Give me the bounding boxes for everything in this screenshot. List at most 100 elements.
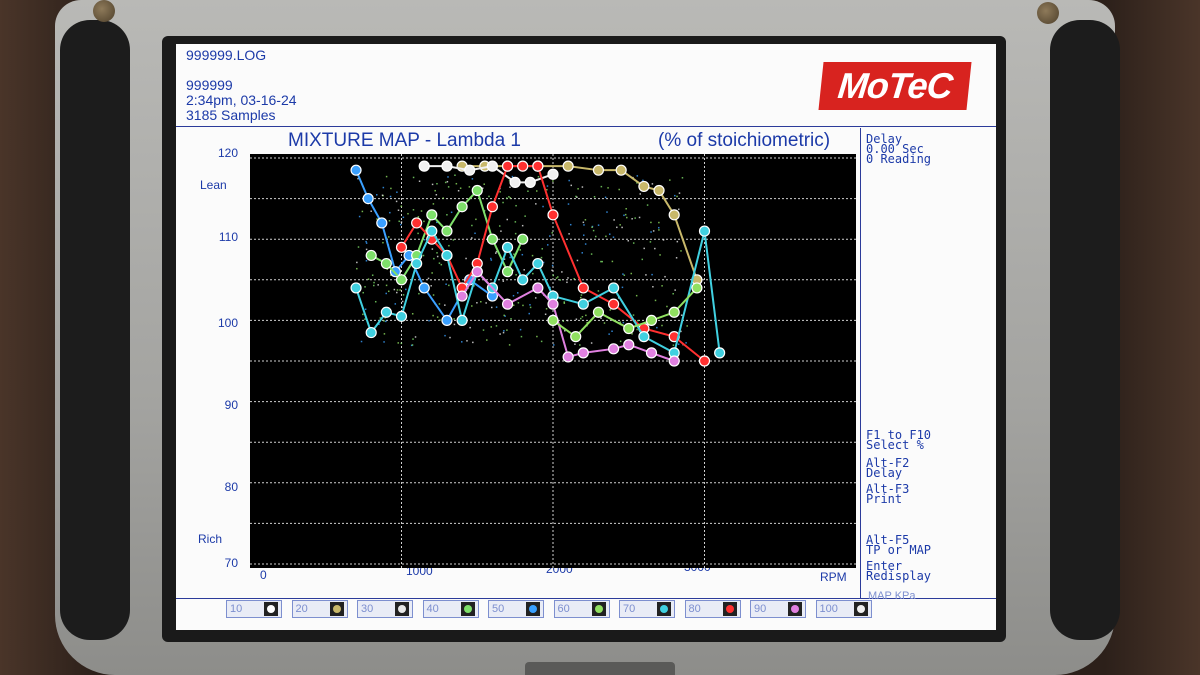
scatter-speck: [423, 238, 426, 241]
scatter-speck: [680, 314, 683, 316]
scatter-speck: [618, 188, 620, 191]
scatter-speck: [365, 242, 368, 244]
scatter-speck: [600, 317, 602, 319]
series-point-90: [577, 347, 589, 359]
series-point-100: [441, 160, 453, 172]
scatter-speck: [442, 197, 444, 199]
scatter-speck: [645, 274, 647, 276]
scatter-speck: [362, 291, 364, 294]
chart-title: MIXTURE MAP - Lambda 1: [288, 130, 522, 151]
y-tick-label: 80: [224, 480, 238, 494]
series-point-20: [592, 164, 605, 176]
scatter-speck: [658, 229, 660, 231]
scatter-speck: [508, 344, 511, 346]
scatter-speck: [549, 235, 551, 237]
scatter-speck: [522, 304, 524, 307]
scatter-speck: [661, 285, 663, 287]
scatter-speck: [364, 286, 366, 288]
scatter-speck: [551, 264, 554, 267]
legend-swatch-icon: [460, 602, 475, 616]
scatter-speck: [612, 236, 615, 238]
series-point-60: [668, 306, 680, 318]
scatter-speck: [672, 292, 674, 295]
scatter-speck: [432, 314, 434, 317]
scatter-speck: [509, 256, 511, 259]
scatter-speck: [444, 181, 447, 184]
y-tick-label: 90: [224, 398, 238, 412]
scatter-speck: [506, 197, 508, 199]
scatter-speck: [453, 318, 455, 320]
scatter-speck: [637, 319, 639, 322]
scatter-speck: [516, 292, 519, 294]
scatter-speck: [581, 186, 584, 188]
series-point-60: [623, 322, 635, 335]
scatter-speck: [509, 186, 511, 188]
scatter-speck: [536, 190, 538, 192]
scatter-speck: [608, 333, 610, 335]
scatter-speck: [396, 191, 398, 193]
series-point-70: [577, 298, 589, 310]
scatter-speck: [541, 248, 544, 250]
scatter-speck: [373, 281, 375, 284]
y-tick-label: 100: [217, 316, 238, 330]
scatter-speck: [514, 221, 517, 223]
legend-swatch-icon: [788, 602, 802, 616]
scatter-speck: [398, 220, 400, 223]
scatter-speck: [661, 324, 663, 327]
scatter-speck: [595, 235, 597, 238]
scatter-speck: [677, 343, 680, 345]
scatter-speck: [570, 184, 573, 187]
scatter-speck: [405, 288, 407, 291]
scatter-speck: [524, 215, 526, 217]
motec-logo: MoTeC: [818, 62, 972, 110]
scatter-speck: [652, 230, 655, 232]
scatter-speck: [356, 267, 358, 270]
x-unit-label: RPM: [820, 570, 847, 584]
scatter-speck: [490, 259, 493, 261]
scatter-speck: [634, 217, 636, 219]
scatter-speck: [502, 331, 505, 334]
scatter-speck: [502, 201, 504, 204]
legend-item-20: 20: [291, 600, 348, 618]
scatter-speck: [362, 313, 364, 316]
scatter-speck: [621, 286, 624, 289]
scatter-speck: [418, 292, 420, 295]
series-point-80: [608, 298, 620, 310]
scatter-speck: [471, 305, 473, 307]
scatter-speck: [619, 340, 622, 343]
legend-label: 70: [623, 603, 636, 615]
series-point-90: [501, 298, 514, 310]
scatter-speck: [469, 326, 471, 329]
series-point-80: [532, 160, 544, 172]
scatter-speck: [527, 190, 529, 192]
scatter-speck: [540, 256, 543, 259]
scatter-speck: [641, 258, 644, 261]
legend-label: 10: [230, 603, 243, 615]
legend-label: 100: [819, 603, 838, 615]
scatter-speck: [669, 179, 671, 181]
scatter-speck: [438, 262, 441, 264]
scatter-speck: [555, 277, 558, 279]
scatter-speck: [567, 203, 570, 205]
y-rich-label: Rich: [198, 532, 223, 546]
scatter-speck: [495, 306, 498, 308]
series-point-20: [562, 160, 574, 172]
scatter-speck: [674, 289, 676, 291]
scatter-speck: [400, 221, 403, 223]
scatter-speck: [498, 225, 501, 227]
scatter-speck: [639, 193, 641, 195]
series-point-100: [464, 164, 476, 176]
scatter-speck: [563, 301, 565, 303]
series-point-90: [668, 355, 680, 367]
series-point-70: [411, 257, 423, 270]
series-point-80: [486, 201, 498, 213]
scatter-speck: [432, 294, 435, 296]
series-point-70: [532, 257, 544, 270]
log-filename: 999999.LOG: [186, 47, 267, 63]
screen: 999999.LOG 999999 2:34pm, 03-16-24 3185 …: [176, 44, 996, 630]
scatter-speck: [412, 338, 414, 340]
scatter-speck: [388, 219, 391, 222]
scatter-speck: [431, 248, 434, 250]
scatter-speck: [581, 252, 583, 254]
scatter-speck: [422, 254, 425, 257]
